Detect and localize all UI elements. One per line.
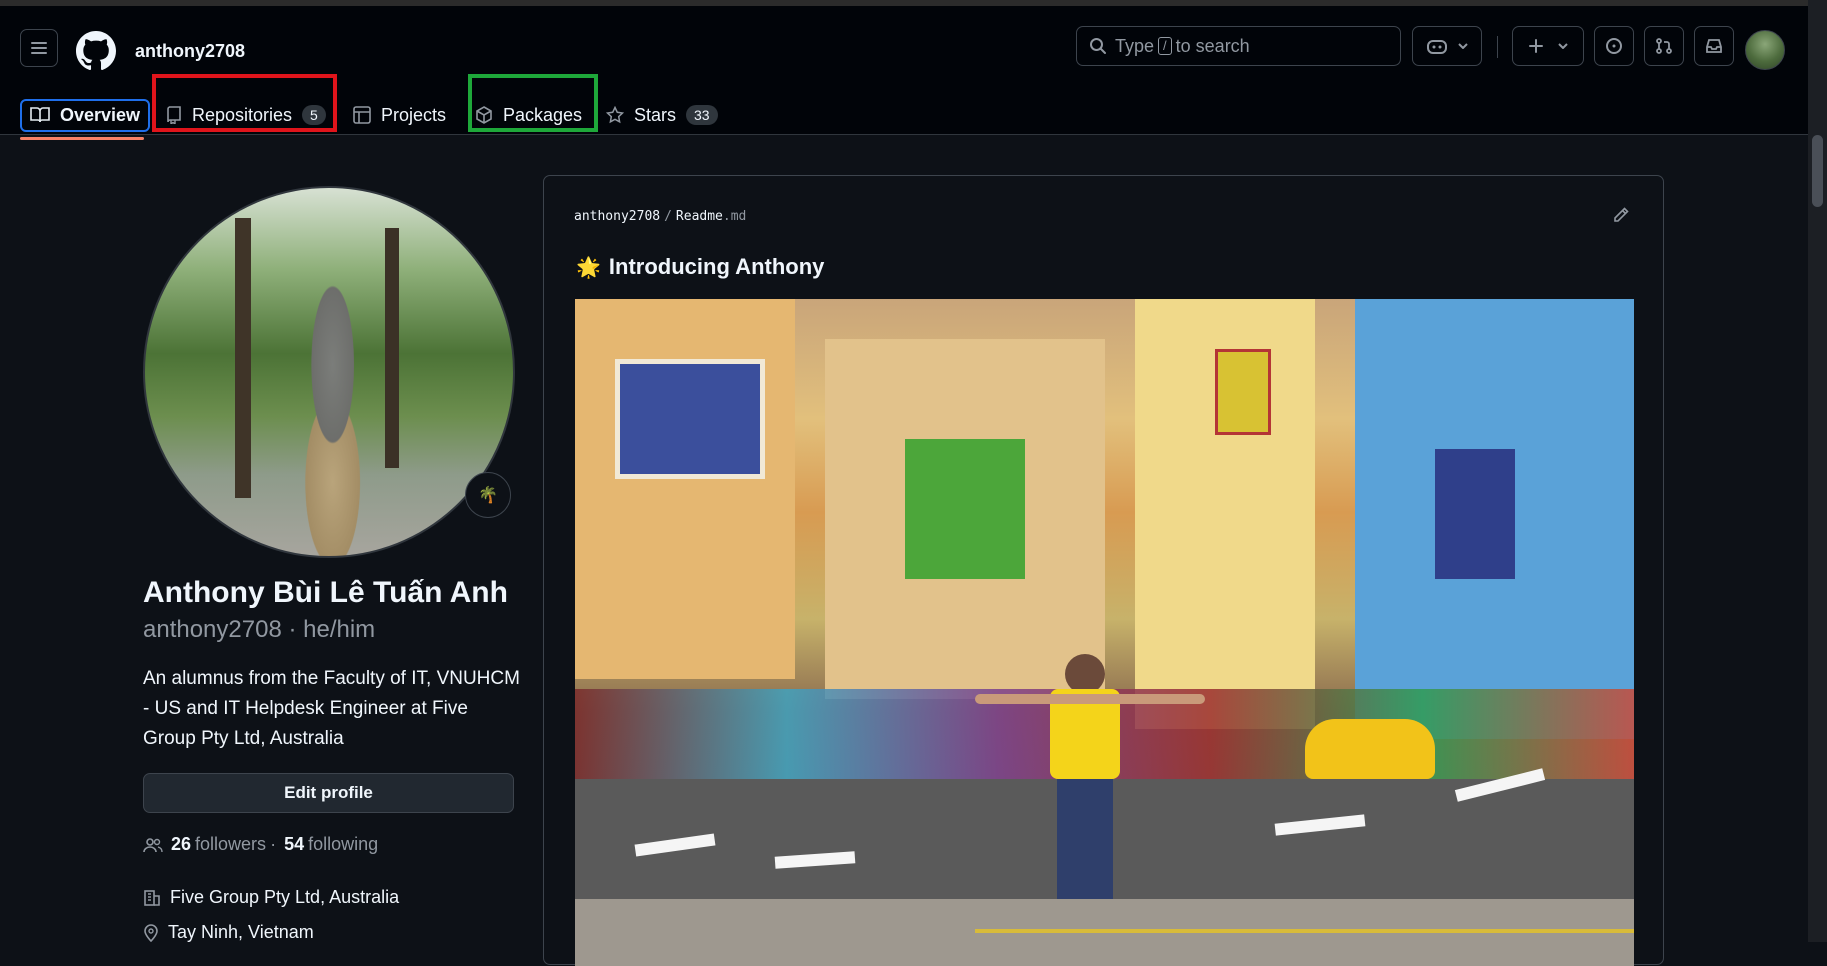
person-head: [1065, 654, 1105, 694]
pull-request-icon: [1656, 38, 1672, 54]
readme-path: anthony2708 / Readme.md: [574, 209, 746, 224]
tab-overview[interactable]: Overview: [20, 92, 151, 140]
readme-mural-image: [575, 299, 1634, 966]
readme-file-name[interactable]: Readme: [676, 209, 723, 224]
table-icon: [353, 106, 371, 124]
readme-owner-link[interactable]: anthony2708: [574, 209, 660, 224]
search-icon: [1089, 37, 1107, 55]
people-icon: [143, 837, 163, 853]
search-shortcut-key: /: [1158, 37, 1172, 55]
mural-window: [1435, 449, 1515, 579]
mural-taxi: [1305, 719, 1435, 779]
pull-requests-button[interactable]: [1644, 26, 1684, 66]
profile-avatar[interactable]: [143, 186, 515, 558]
readme-card: anthony2708 / Readme.md 🌟 Introducing Anth…: [543, 175, 1664, 966]
chevron-down-icon: [1558, 43, 1568, 49]
issue-icon: [1606, 38, 1622, 54]
tab-label: Projects: [381, 104, 447, 125]
location-icon: [143, 923, 159, 942]
mural-building: [575, 299, 795, 679]
following-count: 54: [284, 834, 305, 854]
star-icon: [606, 106, 624, 124]
chevron-down-icon: [1458, 43, 1468, 49]
book-icon: [30, 106, 50, 124]
inbox-button[interactable]: [1694, 26, 1734, 66]
header-divider: [1497, 36, 1498, 58]
active-tab-indicator: [20, 137, 144, 140]
github-logo-icon[interactable]: [76, 31, 116, 76]
readme-file-ext: .md: [722, 209, 747, 224]
following-label: following: [308, 834, 379, 854]
tab-label: Stars: [634, 104, 677, 125]
menu-button[interactable]: [20, 29, 58, 67]
mural-window: [1215, 349, 1271, 435]
search-suffix: to search: [1175, 35, 1250, 56]
copilot-icon: [1427, 40, 1447, 54]
company-name: Five Group Pty Ltd, Australia: [170, 887, 400, 907]
page-scrollbar[interactable]: [1808, 0, 1827, 942]
location-name: Tay Ninh, Vietnam: [168, 922, 314, 942]
hamburger-icon: [31, 42, 47, 54]
following-link[interactable]: 54 following: [280, 834, 378, 855]
person-arms: [975, 694, 1205, 704]
glowing-star-icon: 🌟: [576, 256, 601, 279]
profile-handle: anthony2708 · he/him: [143, 616, 376, 643]
inbox-icon: [1706, 39, 1722, 53]
plus-icon: [1529, 39, 1543, 53]
mural-window: [615, 359, 765, 479]
search-input[interactable]: Type / to search: [1076, 26, 1401, 66]
issues-button[interactable]: [1594, 26, 1634, 66]
copilot-button[interactable]: [1412, 26, 1482, 66]
followers-label: followers: [195, 834, 267, 854]
path-separator: /: [664, 209, 672, 224]
person-jeans: [1057, 779, 1113, 899]
repositories-tab-highlight: [152, 74, 337, 132]
stars-count: 33: [686, 105, 718, 125]
followers-link[interactable]: 26 followers: [167, 834, 266, 855]
followers-count: 26: [171, 834, 192, 854]
tab-stars[interactable]: Stars 33: [606, 92, 718, 138]
photo-tree: [235, 218, 251, 498]
edit-profile-button[interactable]: Edit profile: [143, 773, 514, 813]
tab-projects[interactable]: Projects: [353, 92, 446, 138]
packages-tab-highlight: [468, 74, 598, 132]
header-username[interactable]: anthony2708: [135, 41, 245, 62]
yellow-line: [975, 929, 1634, 933]
tab-label: Overview: [60, 104, 141, 125]
readme-heading: 🌟 Introducing Anthony: [576, 254, 824, 280]
user-avatar[interactable]: [1745, 30, 1785, 70]
readme-heading-text: Introducing Anthony: [608, 254, 825, 279]
profile-full-name: Anthony Bùi Lê Tuấn Anh: [143, 576, 508, 609]
profile-company: Five Group Pty Ltd, Australia: [143, 887, 399, 908]
search-prefix: Type: [1115, 35, 1155, 56]
follow-stats: 26 followers · 54 following: [143, 834, 378, 855]
pencil-icon: [1614, 207, 1629, 222]
profile-bio: An alumnus from the Faculty of IT, VNUHC…: [143, 668, 520, 749]
status-emoji-button[interactable]: 🌴: [465, 472, 511, 518]
profile-location: Tay Ninh, Vietnam: [143, 922, 314, 943]
mural-window: [905, 439, 1025, 579]
scrollbar-thumb[interactable]: [1812, 135, 1823, 207]
organization-icon: [143, 889, 161, 907]
separator-dot: ·: [270, 834, 277, 854]
photo-tree: [385, 228, 399, 468]
edit-readme-button[interactable]: [1612, 206, 1630, 229]
palm-tree-icon: 🌴: [478, 487, 498, 504]
create-new-button[interactable]: [1512, 26, 1584, 66]
